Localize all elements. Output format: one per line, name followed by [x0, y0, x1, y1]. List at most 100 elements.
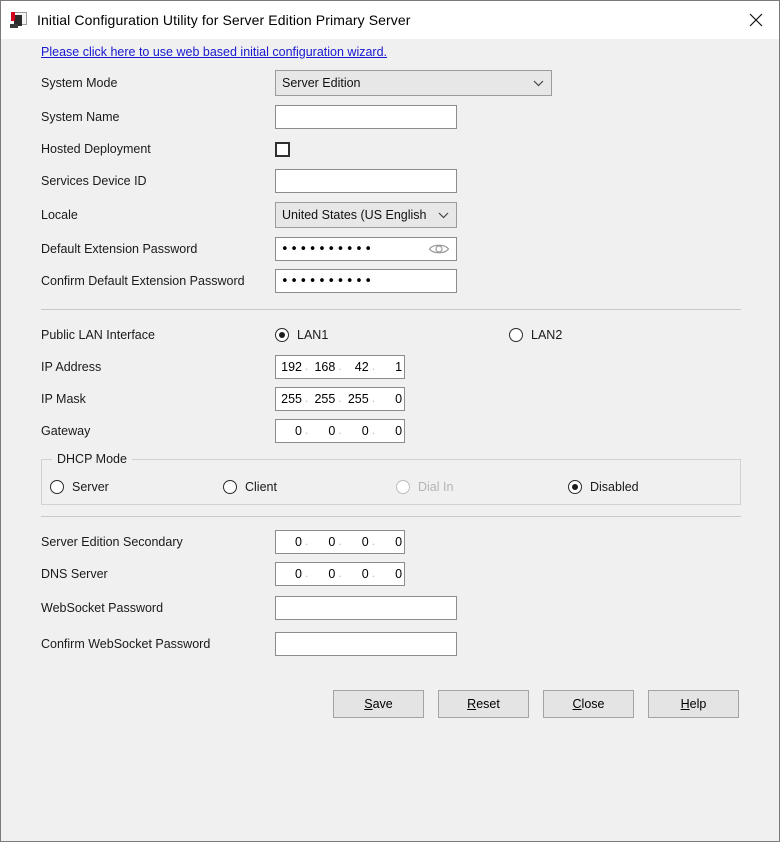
ip-mask-octet-1[interactable]: 255 — [276, 392, 304, 406]
server-edition-secondary-octet-1[interactable]: 0 — [276, 535, 304, 549]
system-name-label: System Name — [41, 110, 120, 124]
radio-lan1[interactable]: LAN1 — [275, 328, 509, 342]
save-button-label: Save — [364, 697, 393, 711]
row-default-extension-password: Default Extension Password •••••••••• — [1, 233, 779, 265]
dns-server-label: DNS Server — [41, 567, 108, 581]
button-bar: Save Reset Close Help — [1, 690, 779, 718]
close-dialog-button-label: Close — [572, 697, 605, 711]
confirm-default-extension-password-label: Confirm Default Extension Password — [41, 274, 245, 288]
radio-dhcp-client-label: Client — [245, 480, 277, 494]
gateway-octet-2[interactable]: 0 — [309, 424, 337, 438]
ip-address-octet-3[interactable]: 42 — [343, 360, 371, 374]
gateway-input[interactable]: 0 . 0 . 0 . 0 — [275, 419, 405, 443]
radio-lan2-indicator — [509, 328, 523, 342]
radio-dhcp-disabled[interactable]: Disabled — [568, 480, 639, 494]
eye-icon[interactable] — [428, 242, 450, 256]
services-device-id-input[interactable] — [275, 169, 457, 193]
radio-lan1-label: LAN1 — [297, 328, 329, 342]
confirm-websocket-password-label: Confirm WebSocket Password — [41, 637, 211, 651]
ip-address-octet-2[interactable]: 168 — [309, 360, 337, 374]
locale-value: United States (US English — [282, 208, 427, 222]
dns-server-octet-1[interactable]: 0 — [276, 567, 304, 581]
radio-dhcp-server-indicator — [50, 480, 64, 494]
radio-dhcp-server-label: Server — [72, 480, 109, 494]
gateway-octet-1[interactable]: 0 — [276, 424, 304, 438]
hosted-deployment-checkbox[interactable] — [275, 141, 290, 157]
system-mode-select[interactable]: Server Edition — [275, 70, 552, 96]
row-ip-address: IP Address 192 . 168 . 42 . 1 — [1, 351, 779, 383]
close-icon — [749, 13, 763, 27]
server-edition-secondary-octet-4[interactable]: 0 — [376, 535, 404, 549]
ip-mask-label: IP Mask — [41, 392, 86, 406]
network-section: Public LAN Interface LAN1 LAN2 IP Addres… — [1, 319, 779, 447]
row-hosted-deployment: Hosted Deployment — [1, 133, 779, 165]
default-extension-password-input[interactable]: •••••••••• — [275, 237, 457, 261]
server-edition-secondary-octet-3[interactable]: 0 — [343, 535, 371, 549]
radio-lan2[interactable]: LAN2 — [509, 328, 562, 342]
services-section: Server Edition Secondary 0 . 0 . 0 . 0 D… — [1, 526, 779, 662]
locale-label: Locale — [41, 208, 78, 222]
app-icon — [10, 11, 28, 29]
gateway-octet-3[interactable]: 0 — [343, 424, 371, 438]
ip-address-label: IP Address — [41, 360, 102, 374]
row-system-mode: System Mode Server Edition — [1, 65, 779, 101]
ip-mask-octet-4[interactable]: 0 — [376, 392, 404, 406]
chevron-down-icon — [525, 80, 551, 87]
close-button[interactable] — [733, 1, 779, 39]
reset-button[interactable]: Reset — [438, 690, 529, 718]
ip-address-octet-1[interactable]: 192 — [276, 360, 304, 374]
system-mode-value: Server Edition — [282, 76, 361, 90]
dns-server-octet-2[interactable]: 0 — [309, 567, 337, 581]
row-locale: Locale United States (US English — [1, 197, 779, 233]
ip-mask-octet-2[interactable]: 255 — [309, 392, 337, 406]
wizard-link-row: Please click here to use web based initi… — [1, 39, 779, 65]
ip-mask-input[interactable]: 255 . 255 . 255 . 0 — [275, 387, 405, 411]
dns-server-input[interactable]: 0 . 0 . 0 . 0 — [275, 562, 405, 586]
row-confirm-websocket-password: Confirm WebSocket Password — [1, 626, 779, 662]
radio-lan1-indicator — [275, 328, 289, 342]
web-wizard-link[interactable]: Please click here to use web based initi… — [41, 45, 387, 59]
dns-server-octet-3[interactable]: 0 — [343, 567, 371, 581]
websocket-password-input[interactable] — [275, 596, 457, 620]
default-extension-password-label: Default Extension Password — [41, 242, 198, 256]
gateway-label: Gateway — [41, 424, 91, 438]
websocket-password-label: WebSocket Password — [41, 601, 164, 615]
radio-dhcp-dial-in-label: Dial In — [418, 480, 454, 494]
server-edition-secondary-octet-2[interactable]: 0 — [309, 535, 337, 549]
save-button[interactable]: Save — [333, 690, 424, 718]
help-button[interactable]: Help — [648, 690, 739, 718]
dialog-window: Initial Configuration Utility for Server… — [0, 0, 780, 842]
confirm-default-extension-password-value: •••••••••• — [281, 273, 374, 289]
default-extension-password-value: •••••••••• — [281, 241, 374, 257]
window-title: Initial Configuration Utility for Server… — [37, 12, 411, 28]
radio-lan2-label: LAN2 — [531, 328, 563, 342]
row-public-lan-interface: Public LAN Interface LAN1 LAN2 — [1, 319, 779, 351]
radio-dhcp-server[interactable]: Server — [50, 480, 223, 494]
dhcp-mode-options: Server Client Dial In Disabled — [42, 460, 740, 504]
radio-dhcp-disabled-label: Disabled — [590, 480, 639, 494]
dns-server-octet-4[interactable]: 0 — [376, 567, 404, 581]
ip-mask-octet-3[interactable]: 255 — [343, 392, 371, 406]
client-area: Please click here to use web based initi… — [1, 39, 779, 841]
ip-address-input[interactable]: 192 . 168 . 42 . 1 — [275, 355, 405, 379]
ip-address-octet-4[interactable]: 1 — [376, 360, 404, 374]
hosted-deployment-label: Hosted Deployment — [41, 142, 151, 156]
public-lan-interface-label: Public LAN Interface — [41, 328, 155, 342]
dhcp-mode-groupbox: DHCP Mode Server Client Dial In Disabled — [41, 452, 741, 505]
server-edition-secondary-label: Server Edition Secondary — [41, 535, 183, 549]
server-edition-secondary-input[interactable]: 0 . 0 . 0 . 0 — [275, 530, 405, 554]
row-services-device-id: Services Device ID — [1, 165, 779, 197]
row-ip-mask: IP Mask 255 . 255 . 255 . 0 — [1, 383, 779, 415]
system-name-input[interactable] — [275, 105, 457, 129]
reset-button-label: Reset — [467, 697, 500, 711]
radio-dhcp-client[interactable]: Client — [223, 480, 396, 494]
confirm-websocket-password-input[interactable] — [275, 632, 457, 656]
row-websocket-password: WebSocket Password — [1, 590, 779, 626]
gateway-octet-4[interactable]: 0 — [376, 424, 404, 438]
chevron-down-icon — [430, 212, 456, 219]
confirm-default-extension-password-input[interactable]: •••••••••• — [275, 269, 457, 293]
row-system-name: System Name — [1, 101, 779, 133]
close-dialog-button[interactable]: Close — [543, 690, 634, 718]
locale-select[interactable]: United States (US English — [275, 202, 457, 228]
row-gateway: Gateway 0 . 0 . 0 . 0 — [1, 415, 779, 447]
